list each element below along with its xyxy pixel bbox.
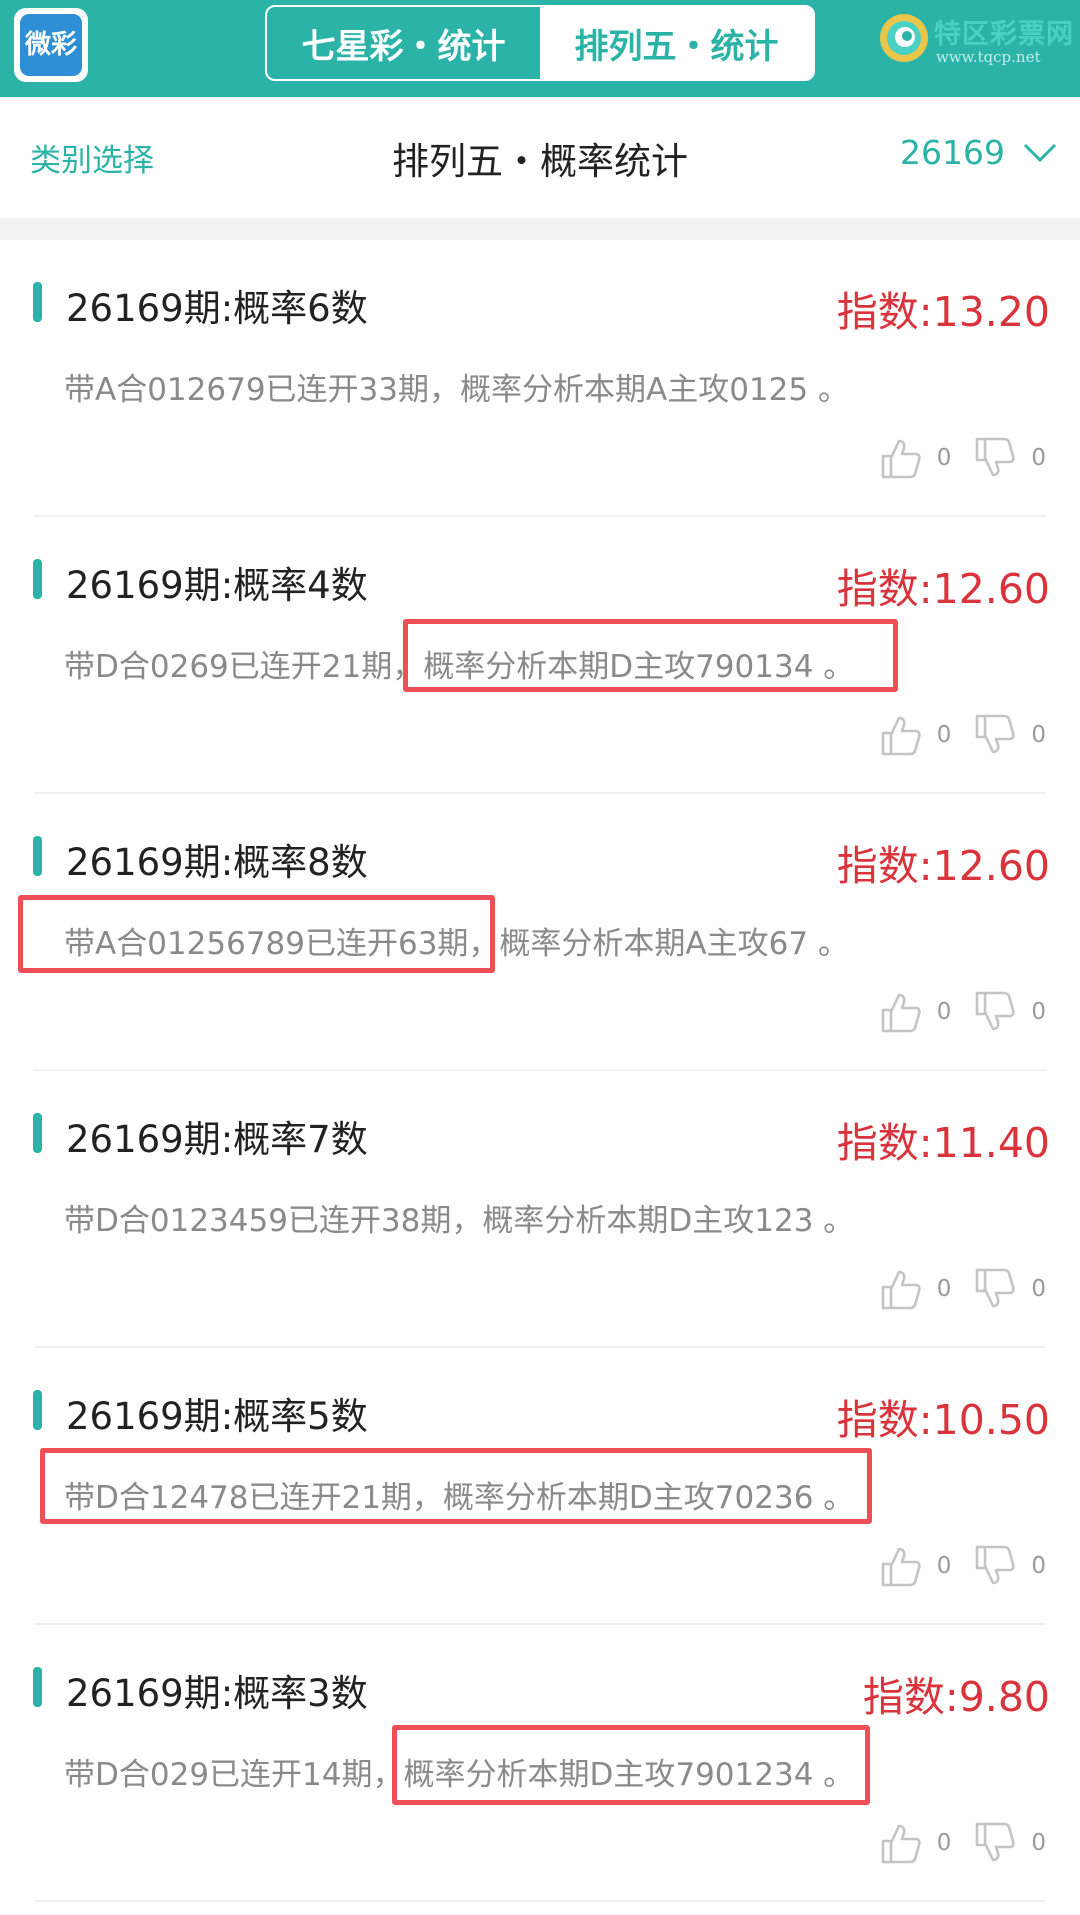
like-count: 0 bbox=[936, 1830, 952, 1856]
like-button[interactable]: 0 bbox=[879, 1544, 952, 1588]
dislike-button[interactable]: 0 bbox=[973, 1544, 1046, 1588]
thumbs-up-icon bbox=[881, 993, 921, 1033]
like-count: 0 bbox=[936, 445, 952, 471]
thumbs-down-icon bbox=[976, 991, 1016, 1031]
thumbs-down-icon bbox=[976, 1268, 1016, 1308]
thumbs-up-icon bbox=[881, 1547, 921, 1587]
card-accent-bar bbox=[33, 282, 42, 322]
card-accent-bar bbox=[33, 1113, 42, 1153]
dislike-button[interactable]: 0 bbox=[973, 990, 1046, 1034]
dislike-count: 0 bbox=[1031, 722, 1046, 748]
card-title: 26169期:概率4数 bbox=[66, 564, 368, 607]
probability-card: 26169期:概率7数 指数:11.40 带D合0123459已连开38期，概率… bbox=[0, 1071, 1080, 1348]
card-accent-bar bbox=[33, 1667, 42, 1707]
tab-pailiewu-stats[interactable]: 排列五・统计 bbox=[540, 7, 813, 79]
probability-card: 26169期:概率4数 指数:12.60 带D合0269已连开21期，概率分析本… bbox=[0, 517, 1080, 794]
lottery-tab-switcher: 七星彩・统计 排列五・统计 bbox=[265, 5, 815, 81]
issue-number: 26169 bbox=[900, 133, 1005, 172]
card-separator bbox=[34, 1900, 1046, 1902]
like-button[interactable]: 0 bbox=[879, 990, 952, 1034]
vote-group: 0 0 bbox=[879, 1267, 1046, 1311]
highlight-box bbox=[18, 895, 495, 973]
issue-dropdown[interactable]: 26169 bbox=[900, 133, 1057, 172]
card-index-value: 指数:10.50 bbox=[836, 1396, 1050, 1444]
like-button[interactable]: 0 bbox=[879, 436, 952, 480]
like-count: 0 bbox=[936, 722, 952, 748]
vote-group: 0 0 bbox=[879, 713, 1046, 757]
like-count: 0 bbox=[936, 999, 952, 1025]
brand-watermark: 特区彩票网 www.tqcp.net bbox=[878, 8, 1078, 68]
card-title: 26169期:概率3数 bbox=[66, 1672, 368, 1715]
card-title: 26169期:概率5数 bbox=[66, 1395, 368, 1438]
thumbs-up-icon bbox=[881, 1824, 921, 1864]
dislike-count: 0 bbox=[1031, 445, 1046, 471]
brand-name: 特区彩票网 bbox=[934, 19, 1074, 50]
dislike-button[interactable]: 0 bbox=[973, 436, 1046, 480]
card-index-value: 指数:12.60 bbox=[836, 565, 1050, 613]
card-accent-bar bbox=[33, 836, 42, 876]
chevron-down-icon bbox=[1023, 143, 1057, 162]
highlight-box bbox=[392, 1725, 870, 1805]
card-title: 26169期:概率7数 bbox=[66, 1118, 368, 1161]
section-divider bbox=[0, 218, 1080, 240]
card-description: 带D合0123459已连开38期，概率分析本期D主攻123 。 bbox=[64, 1203, 855, 1239]
like-count: 0 bbox=[936, 1553, 952, 1579]
brand-swirl-icon bbox=[880, 14, 928, 62]
thumbs-up-icon bbox=[881, 439, 921, 479]
tab-qixingcai-stats[interactable]: 七星彩・统计 bbox=[267, 7, 540, 79]
probability-card: 26169期:概率6数 指数:13.20 带A合012679已连开33期，概率分… bbox=[0, 240, 1080, 517]
top-bar: 微彩 七星彩・统计 排列五・统计 特区彩票网 www.tqcp.net bbox=[0, 0, 1080, 97]
thumbs-up-icon bbox=[881, 716, 921, 756]
dislike-count: 0 bbox=[1031, 1830, 1046, 1856]
app-logo-text: 微彩 bbox=[20, 14, 82, 76]
thumbs-down-icon bbox=[976, 437, 1016, 477]
vote-group: 0 0 bbox=[879, 1821, 1046, 1865]
probability-card: 26169期:概率3数 指数:9.80 带D合029已连开14期，概率分析本期D… bbox=[0, 1625, 1080, 1902]
dislike-count: 0 bbox=[1031, 1276, 1046, 1302]
probability-card: 26169期:概率8数 指数:12.60 带A合01256789已连开63期，概… bbox=[0, 794, 1080, 1071]
brand-url: www.tqcp.net bbox=[936, 48, 1041, 66]
dislike-button[interactable]: 0 bbox=[973, 1267, 1046, 1311]
vote-group: 0 0 bbox=[879, 1544, 1046, 1588]
card-accent-bar bbox=[33, 1390, 42, 1430]
highlight-box bbox=[403, 619, 898, 692]
card-index-value: 指数:9.80 bbox=[862, 1673, 1050, 1721]
probability-card: 26169期:概率5数 指数:10.50 带D合12478已连开21期，概率分析… bbox=[0, 1348, 1080, 1625]
like-button[interactable]: 0 bbox=[879, 1821, 952, 1865]
card-title: 26169期:概率8数 bbox=[66, 841, 368, 884]
highlight-box bbox=[40, 1448, 872, 1524]
sub-header: 类别选择 排列五・概率统计 26169 bbox=[0, 97, 1080, 218]
dislike-count: 0 bbox=[1031, 1553, 1046, 1579]
probability-list: 26169期:概率6数 指数:13.20 带A合012679已连开33期，概率分… bbox=[0, 240, 1080, 1902]
thumbs-down-icon bbox=[976, 714, 1016, 754]
card-index-value: 指数:11.40 bbox=[836, 1119, 1050, 1167]
card-title: 26169期:概率6数 bbox=[66, 287, 368, 330]
vote-group: 0 0 bbox=[879, 990, 1046, 1034]
like-button[interactable]: 0 bbox=[879, 1267, 952, 1311]
dislike-button[interactable]: 0 bbox=[973, 1821, 1046, 1865]
app-logo[interactable]: 微彩 bbox=[14, 8, 88, 82]
thumbs-down-icon bbox=[976, 1822, 1016, 1862]
vote-group: 0 0 bbox=[879, 436, 1046, 480]
thumbs-down-icon bbox=[976, 1545, 1016, 1585]
card-description: 带A合012679已连开33期，概率分析本期A主攻0125 。 bbox=[64, 372, 849, 408]
dislike-button[interactable]: 0 bbox=[973, 713, 1046, 757]
thumbs-up-icon bbox=[881, 1270, 921, 1310]
card-index-value: 指数:13.20 bbox=[836, 288, 1050, 336]
dislike-count: 0 bbox=[1031, 999, 1046, 1025]
like-button[interactable]: 0 bbox=[879, 713, 952, 757]
card-index-value: 指数:12.60 bbox=[836, 842, 1050, 890]
card-accent-bar bbox=[33, 559, 42, 599]
like-count: 0 bbox=[936, 1276, 952, 1302]
